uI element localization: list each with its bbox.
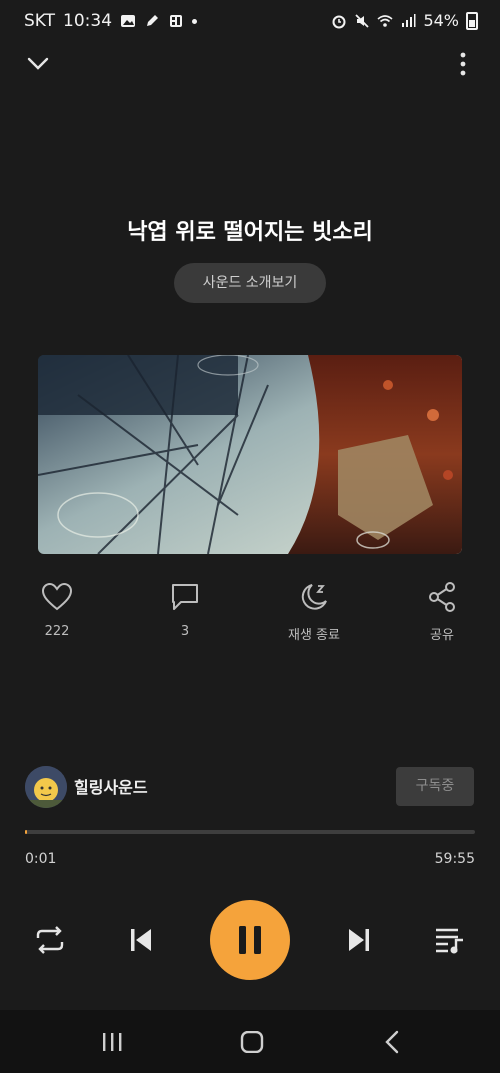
status-right: 54% [331,11,478,30]
sleep-timer-icon [301,584,327,610]
playlist-icon [436,928,463,954]
comment-icon [172,584,198,610]
battery-percent: 54% [423,11,459,30]
back-icon [385,1030,399,1054]
like-count: 222 [44,624,70,639]
alarm-icon [332,15,346,28]
pause-icon [239,926,261,954]
previous-button[interactable] [120,920,162,960]
gallery-icon [121,15,136,27]
more-vertical-icon [460,52,466,76]
status-left: SKT 10:34 [24,11,198,31]
signal-icon [402,13,416,27]
subscribe-button[interactable]: 구독중 [396,767,474,806]
share-icon [429,582,455,612]
next-button[interactable] [338,920,380,960]
heart-icon [41,582,73,611]
repeat-icon [36,926,64,954]
mute-icon [355,13,370,28]
sound-intro-button[interactable]: 사운드 소개보기 [174,263,326,303]
carrier-label: SKT [24,11,56,31]
progress-fill [25,830,27,834]
share-action[interactable]: 공유 [392,582,492,643]
skip-previous-icon [131,929,151,951]
more-menu-button[interactable] [448,50,478,78]
home-button[interactable] [230,1028,274,1056]
comment-count: 3 [180,624,190,639]
repeat-button[interactable] [28,920,72,960]
system-nav-bar [0,1010,500,1073]
playlist-button[interactable] [428,920,472,960]
like-action[interactable]: 222 [7,582,107,639]
sleep-timer-action[interactable]: 재생 종료 [264,582,364,643]
recent-apps-button[interactable] [90,1028,134,1056]
share-label: 공유 [430,628,454,643]
edit-icon [147,15,159,26]
avatar-image [25,766,67,808]
rain-on-leaves-image [38,355,462,554]
status-bar: SKT 10:34 54% [0,0,500,44]
back-button[interactable] [370,1028,414,1056]
notification-dot-icon [192,18,198,24]
channel-name[interactable]: 힐링사운드 [74,774,148,798]
play-pause-button[interactable] [210,900,290,980]
wifi-icon [377,14,393,27]
channel-avatar[interactable] [25,766,67,808]
chevron-down-icon [27,57,49,70]
total-time: 59:55 [434,851,475,867]
progress-track[interactable] [25,830,475,834]
home-icon [240,1031,264,1053]
album-artwork [38,355,462,554]
current-time: 0:01 [25,851,57,867]
battery-icon [466,11,478,30]
comment-action[interactable]: 3 [135,582,235,639]
clock: 10:34 [63,11,113,31]
sleep-timer-label: 재생 종료 [288,628,340,643]
recent-apps-icon [103,1033,122,1051]
collapse-button[interactable] [22,50,54,78]
grid-icon [170,15,183,27]
track-title: 낙엽 위로 떨어지는 빗소리 [127,220,373,245]
skip-next-icon [349,929,369,951]
